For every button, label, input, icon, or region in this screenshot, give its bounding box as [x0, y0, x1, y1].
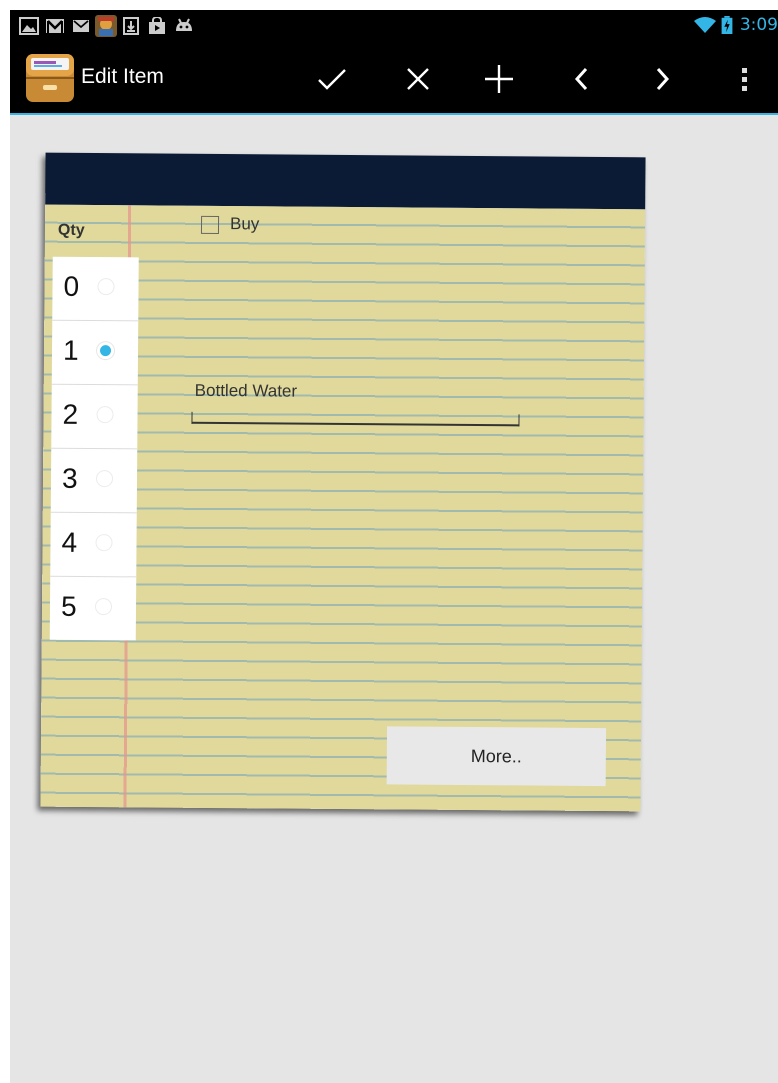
radio-button-selected[interactable]	[96, 342, 115, 360]
previous-icon[interactable]	[558, 55, 606, 103]
quantity-option-5[interactable]: 5	[50, 577, 136, 641]
add-icon[interactable]	[475, 55, 523, 103]
item-name-text: Bottled Water	[194, 380, 298, 401]
email-icon	[73, 20, 89, 32]
quantity-option-0[interactable]: 0	[52, 256, 139, 322]
radio-button[interactable]	[94, 598, 113, 616]
status-time: 3:09	[739, 15, 778, 35]
quantity-label: 0	[63, 270, 80, 302]
qty-label: Qty	[57, 221, 85, 239]
status-bar: 3:09	[10, 10, 778, 43]
action-bar-divider	[10, 113, 778, 115]
download-icon	[123, 17, 139, 35]
radio-button[interactable]	[95, 470, 114, 488]
device-screen: 3:09 Edit Item Qty 0 1 2 3 4 5 Buy Bottl…	[10, 10, 778, 1083]
buy-checkbox[interactable]	[200, 215, 220, 235]
notepad-paper: Qty 0 1 2 3 4 5 Buy Bottled Water More..	[40, 204, 646, 812]
app-notification-icon	[95, 15, 117, 37]
overflow-menu-icon[interactable]	[724, 55, 764, 103]
quantity-label: 3	[61, 462, 78, 494]
quantity-option-1[interactable]: 1	[51, 320, 139, 386]
quantity-label: 5	[60, 590, 77, 622]
check-icon[interactable]	[308, 55, 356, 103]
play-store-icon	[149, 17, 165, 34]
radio-button[interactable]	[96, 406, 114, 424]
quantity-label: 1	[62, 334, 79, 366]
quantity-list: 0 1 2 3 4 5	[49, 256, 139, 641]
notepad-header	[45, 152, 646, 210]
radio-button[interactable]	[97, 278, 115, 296]
quantity-option-2[interactable]: 2	[51, 384, 138, 450]
next-icon[interactable]	[638, 55, 686, 103]
buy-label: Buy	[229, 214, 260, 234]
gmail-icon	[46, 19, 64, 33]
quantity-option-4[interactable]: 4	[50, 512, 137, 578]
more-button[interactable]: More..	[386, 726, 607, 787]
quantity-label: 4	[61, 526, 78, 558]
action-bar: Edit Item	[10, 43, 778, 113]
battery-icon	[721, 16, 733, 34]
item-name-input[interactable]	[191, 411, 520, 427]
quantity-option-3[interactable]: 3	[50, 448, 138, 514]
radio-button[interactable]	[95, 534, 113, 552]
wifi-icon	[694, 17, 716, 33]
page-title: Edit Item	[81, 65, 164, 88]
quantity-label: 2	[62, 398, 79, 430]
android-debug-icon	[176, 18, 192, 31]
notepad: Qty 0 1 2 3 4 5 Buy Bottled Water More..	[40, 152, 646, 812]
drawer-app-icon[interactable]	[25, 52, 75, 104]
close-icon[interactable]	[394, 55, 442, 103]
gallery-icon	[19, 17, 39, 35]
